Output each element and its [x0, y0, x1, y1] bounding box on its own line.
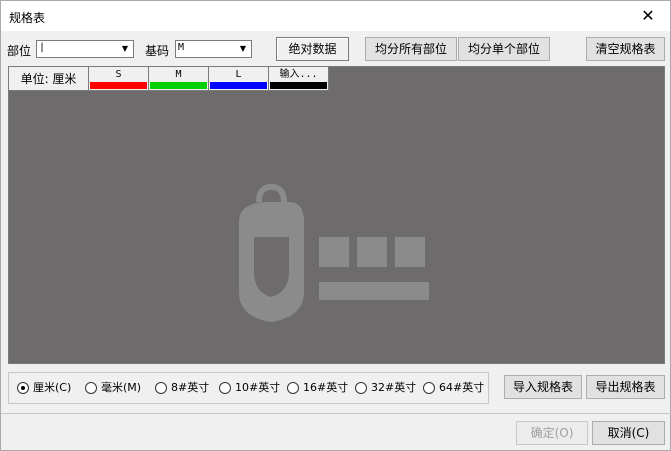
- average-single-part-button[interactable]: 均分单个部位: [458, 37, 550, 61]
- column-color-bar: [90, 82, 147, 89]
- watermark-logo-icon: [239, 183, 429, 322]
- radio-icon[interactable]: [155, 382, 167, 394]
- radio-label: 16#英寸: [303, 381, 349, 394]
- column-color-bar: [270, 82, 327, 89]
- title-bar: 规格表 ✕: [1, 1, 670, 31]
- column-header-input[interactable]: 输入...: [269, 67, 329, 91]
- column-header-label: L: [235, 69, 242, 80]
- ok-button[interactable]: 确定(O): [516, 421, 588, 445]
- unit-header: 单位: 厘米: [9, 67, 89, 91]
- close-icon[interactable]: ✕: [636, 5, 660, 27]
- radio-icon[interactable]: [287, 382, 299, 394]
- base-size-label: 基码: [145, 44, 170, 58]
- part-select[interactable]: | ▼: [36, 40, 134, 58]
- radio-icon[interactable]: [85, 382, 97, 394]
- absolute-data-button[interactable]: 绝对数据: [276, 37, 349, 61]
- window-title: 规格表: [9, 11, 46, 25]
- unit-radio-16-inch[interactable]: 16#英寸: [287, 381, 348, 397]
- base-size-select[interactable]: M ▼: [175, 40, 252, 58]
- base-size-select-value: M: [178, 42, 185, 53]
- radio-icon[interactable]: [219, 382, 231, 394]
- radio-label: 10#英寸: [235, 381, 281, 394]
- column-header-label: M: [175, 69, 182, 80]
- unit-radio-8-inch[interactable]: 8#英寸: [155, 381, 209, 397]
- size-chart-dialog: 规格表 ✕ 部位 | ▼ 基码 M ▼ 绝对数据 均分所有部位 均分单个部位 清…: [0, 0, 671, 451]
- cancel-button[interactable]: 取消(C): [592, 421, 665, 445]
- unit-radio-32-inch[interactable]: 32#英寸: [355, 381, 416, 397]
- unit-radio-cm[interactable]: 厘米(C): [17, 381, 71, 397]
- unit-radio-64-inch[interactable]: 64#英寸: [423, 381, 484, 397]
- radio-label: 32#英寸: [371, 381, 417, 394]
- column-header-l[interactable]: L: [209, 67, 269, 91]
- column-header-label: S: [115, 69, 122, 80]
- radio-selected-icon[interactable]: [17, 382, 29, 394]
- footer-divider: [1, 413, 671, 414]
- part-select-value: |: [39, 42, 46, 53]
- chevron-down-icon[interactable]: ▼: [236, 42, 250, 56]
- column-header-label: 输入...: [279, 69, 318, 80]
- radio-label: 毫米(M): [101, 381, 142, 394]
- import-chart-button[interactable]: 导入规格表: [504, 375, 582, 399]
- unit-radio-group: 厘米(C) 毫米(M) 8#英寸 10#英寸 16#英寸 32#英寸 64#英寸: [8, 372, 489, 404]
- radio-icon[interactable]: [355, 382, 367, 394]
- radio-label: 8#英寸: [171, 381, 210, 394]
- radio-label: 64#英寸: [439, 381, 485, 394]
- unit-radio-10-inch[interactable]: 10#英寸: [219, 381, 280, 397]
- radio-icon[interactable]: [423, 382, 435, 394]
- unit-radio-mm[interactable]: 毫米(M): [85, 381, 141, 397]
- part-label: 部位: [7, 44, 32, 58]
- chevron-down-icon[interactable]: ▼: [118, 42, 132, 56]
- average-all-parts-button[interactable]: 均分所有部位: [365, 37, 457, 61]
- column-header-s[interactable]: S: [89, 67, 149, 91]
- column-color-bar: [150, 82, 207, 89]
- export-chart-button[interactable]: 导出规格表: [586, 375, 665, 399]
- radio-label: 厘米(C): [33, 381, 72, 394]
- column-header-m[interactable]: M: [149, 67, 209, 91]
- clear-chart-button[interactable]: 清空规格表: [586, 37, 665, 61]
- size-grid[interactable]: 单位: 厘米 S M L 输入...: [8, 66, 665, 364]
- column-color-bar: [210, 82, 267, 89]
